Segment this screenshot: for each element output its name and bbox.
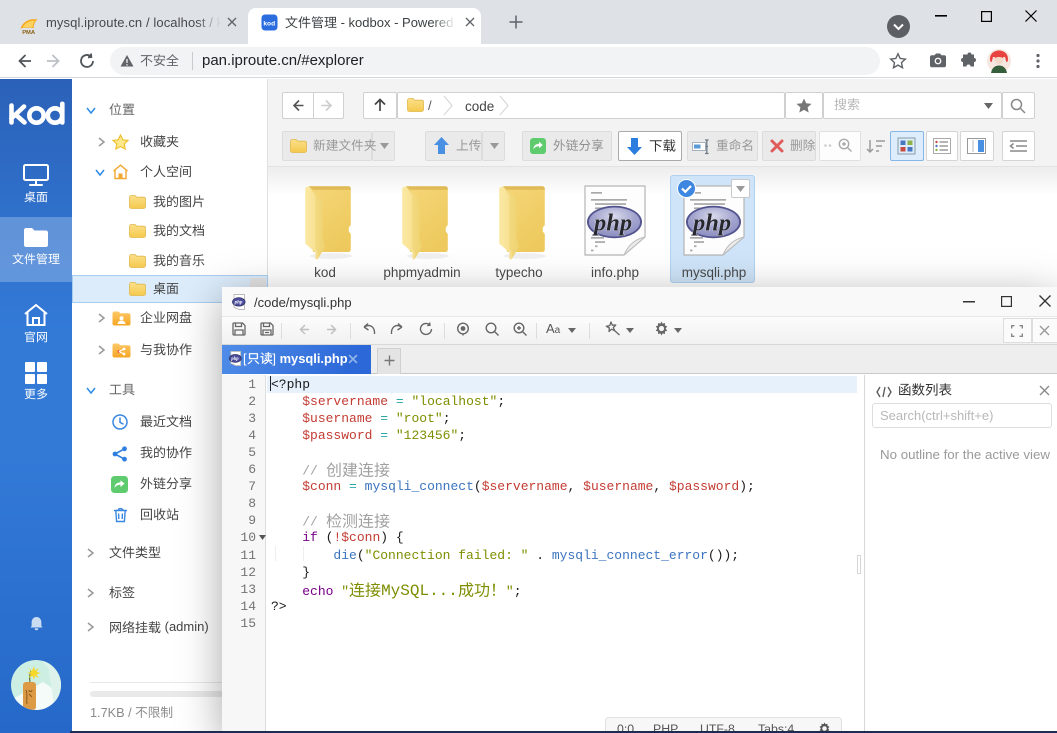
svg-text:kod: kod [263, 21, 275, 28]
svg-text:php: php [230, 357, 239, 362]
svg-text:php: php [234, 301, 243, 306]
svg-text:php: php [691, 210, 731, 237]
svg-text:php: php [592, 210, 632, 237]
svg-text:PMA: PMA [22, 30, 36, 36]
